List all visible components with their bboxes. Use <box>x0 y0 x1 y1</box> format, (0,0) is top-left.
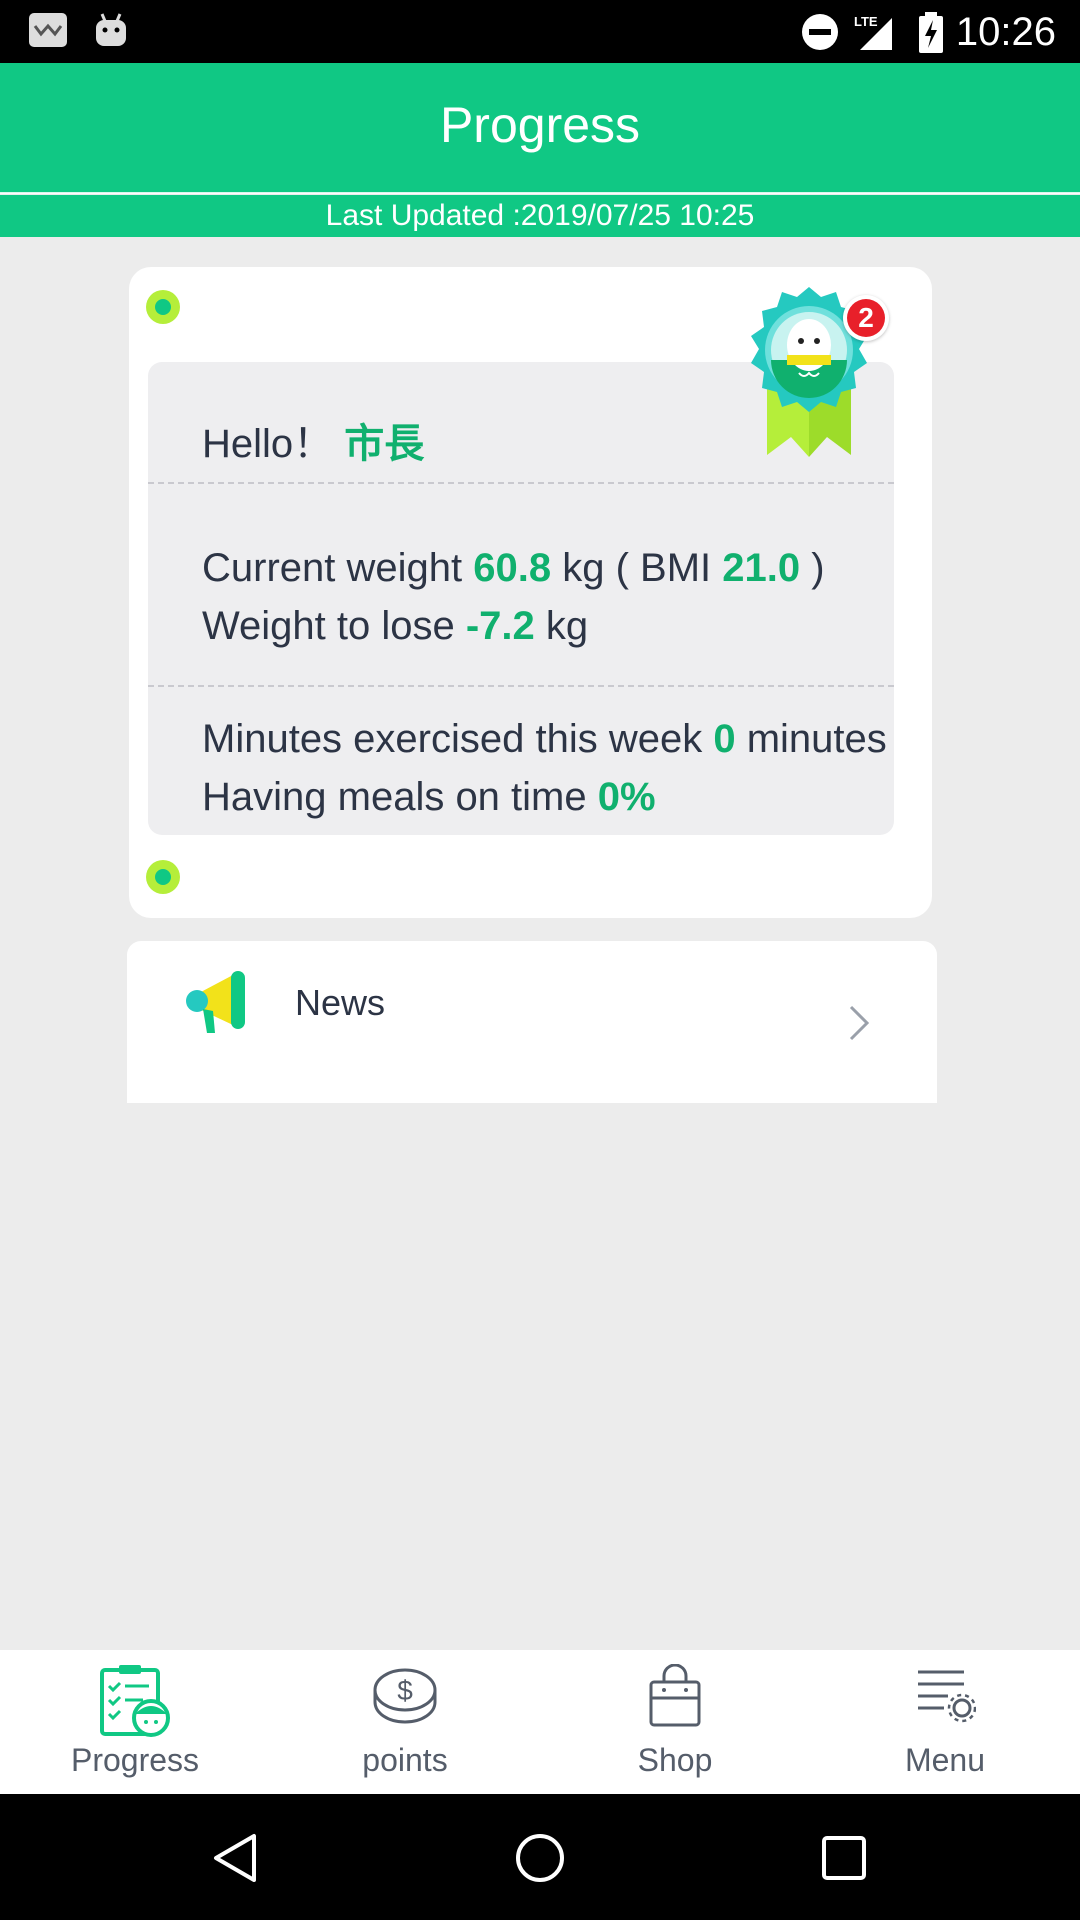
current-weight-line: Current weight 60.8 kg ( BMI 21.0 ) <box>202 544 825 592</box>
bmi-close: ) <box>811 546 825 590</box>
notification-app-icon <box>28 12 68 53</box>
tab-shop[interactable]: Shop <box>540 1650 810 1794</box>
greeting-line: Hello！ 市長 <box>202 420 424 468</box>
status-bar: LTE 10:26 <box>0 0 1080 63</box>
page-title: Progress <box>439 97 641 153</box>
progress-summary-card: Hello！ 市長 Current weight 60.8 kg ( BMI 2… <box>129 267 932 918</box>
tab-label: points <box>362 1742 448 1778</box>
badge-count-number: 2 <box>847 299 885 337</box>
dashed-divider <box>148 685 894 687</box>
greeting-text: Hello！ <box>202 422 334 466</box>
weight-to-lose-line: Weight to lose -7.2 kg <box>202 602 588 650</box>
lose-value: -7.2 <box>465 604 535 648</box>
header-divider <box>0 192 1080 194</box>
svg-text:LTE: LTE <box>854 14 878 29</box>
status-time: 10:26 <box>955 10 1056 54</box>
menu-settings-icon <box>914 1664 977 1729</box>
news-label: News <box>295 982 386 1023</box>
weight-value: 60.8 <box>473 546 552 590</box>
do-not-disturb-icon <box>800 12 840 57</box>
tab-progress[interactable]: Progress <box>0 1650 270 1794</box>
lose-unit: kg <box>545 604 589 648</box>
news-item[interactable]: News <box>127 941 937 1103</box>
megaphone-icon <box>185 967 251 1044</box>
user-name: 市長 <box>344 422 425 466</box>
exercise-label: Minutes exercised this week <box>202 717 703 761</box>
dashed-divider <box>148 482 894 484</box>
progress-checklist-icon <box>99 1664 171 1743</box>
lte-signal-icon: LTE <box>852 12 902 57</box>
recents-icon[interactable] <box>820 1832 868 1889</box>
app-header: Progress <box>0 63 1080 194</box>
card-dot-bottom <box>146 860 180 894</box>
meals-value: 0% <box>597 775 656 819</box>
card-dot-top <box>146 290 180 324</box>
tab-label: Menu <box>904 1742 986 1778</box>
exercise-line: Minutes exercised this week 0 minutes <box>202 715 887 763</box>
badge-count: 2 <box>843 295 889 341</box>
bottom-tab-bar: Progress $ points Shop Menu <box>0 1650 1080 1794</box>
last-updated-text: Last Updated :2019/07/25 10:25 <box>0 195 1080 237</box>
meals-line: Having meals on time 0% <box>202 773 656 821</box>
weight-label: Current weight <box>202 546 463 590</box>
tab-menu[interactable]: Menu <box>810 1650 1080 1794</box>
exercise-unit: minutes <box>746 717 887 761</box>
android-icon <box>94 12 128 53</box>
battery-charging-icon <box>918 12 944 59</box>
tab-label: Shop <box>637 1742 713 1778</box>
lose-label: Weight to lose <box>202 604 455 648</box>
system-nav-bar <box>0 1794 1080 1920</box>
shopping-bag-icon <box>647 1663 703 1733</box>
bmi-value: 21.0 <box>722 546 801 590</box>
coin-icon: $ <box>372 1664 438 1729</box>
svg-text:$: $ <box>397 1675 413 1706</box>
back-icon[interactable] <box>212 1832 258 1889</box>
meals-label: Having meals on time <box>202 775 587 819</box>
weight-unit: kg ( BMI <box>562 546 712 590</box>
chevron-right-icon <box>847 1003 871 1048</box>
exercise-value: 0 <box>713 717 736 761</box>
award-badge[interactable]: 2 <box>739 287 889 457</box>
tab-label: Progress <box>70 1742 200 1778</box>
tab-points[interactable]: $ points <box>270 1650 540 1794</box>
home-icon[interactable] <box>514 1832 566 1889</box>
